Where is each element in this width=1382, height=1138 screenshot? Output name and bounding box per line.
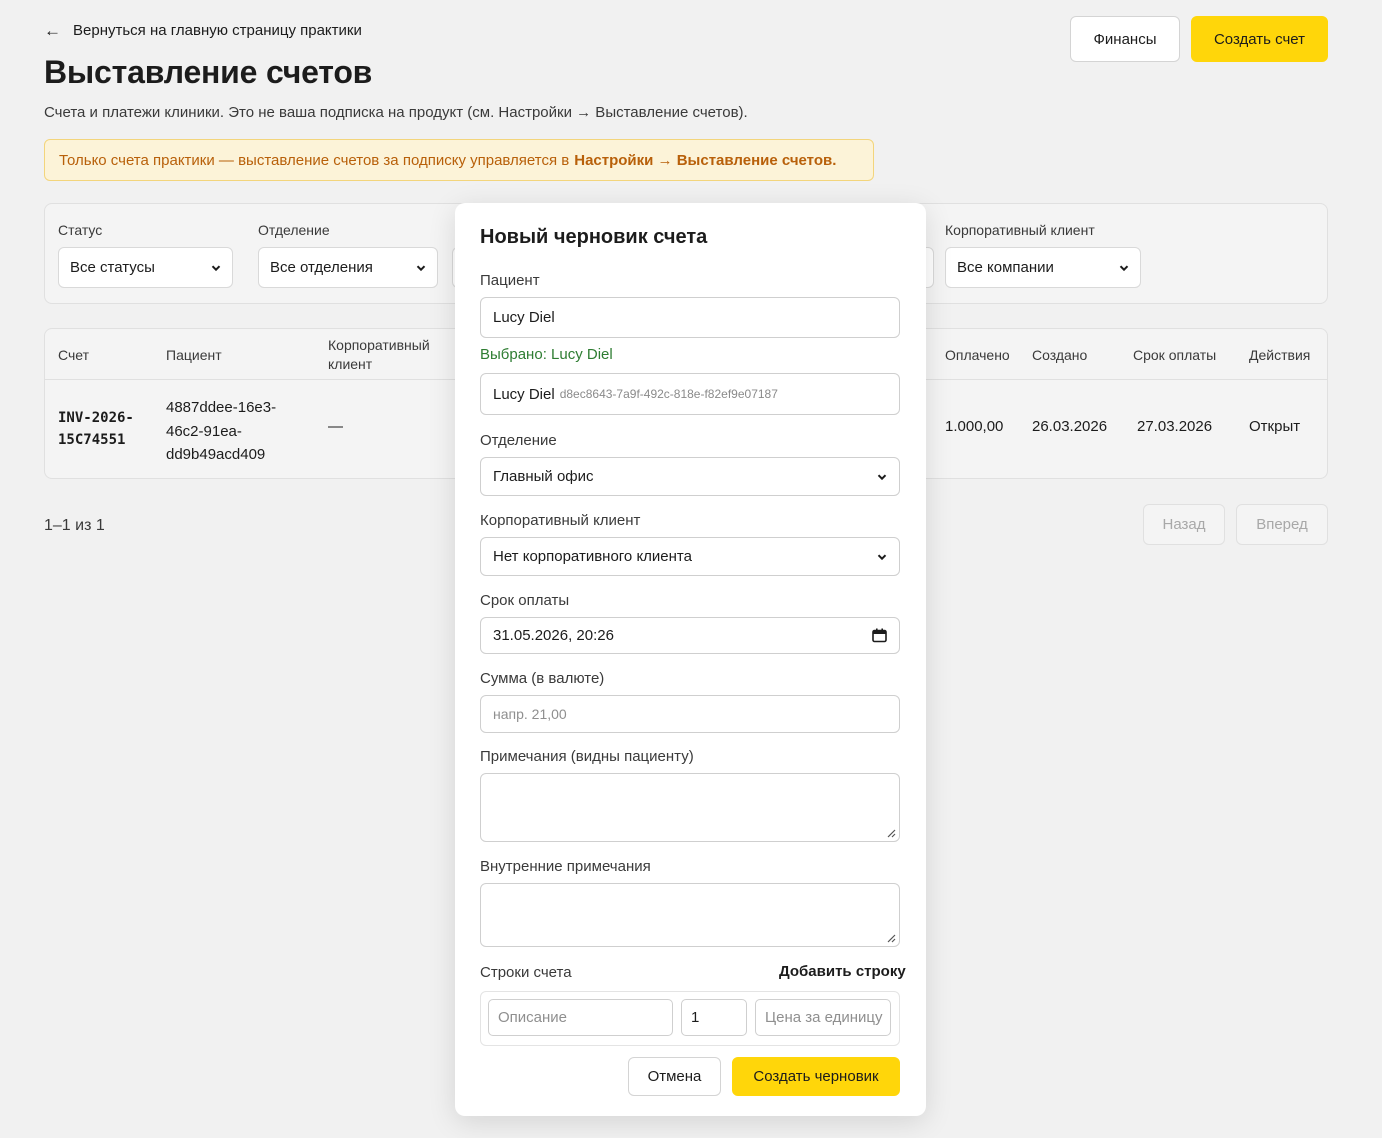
- column-header-created: Создано: [1032, 347, 1088, 363]
- patient-search-input[interactable]: Lucy Diel: [480, 297, 900, 338]
- calendar-icon[interactable]: [872, 628, 887, 643]
- column-header-actions: Действия: [1249, 347, 1311, 363]
- table-cell-created: 26.03.2026: [1032, 418, 1108, 435]
- corporate-filter-select[interactable]: Все компании: [945, 247, 1141, 288]
- status-filter-value: Все статусы: [70, 259, 155, 276]
- due-date-input[interactable]: 31.05.2026, 20:26: [480, 617, 900, 654]
- back-link-label: Вернуться на главную страницу практики: [73, 22, 362, 39]
- table-cell-paid: 1.000,00: [945, 418, 1004, 435]
- warning-banner: Только счета практики — выставление счет…: [44, 139, 874, 181]
- chevron-down-icon: [416, 264, 426, 271]
- department-select[interactable]: Главный офис: [480, 457, 900, 496]
- finance-button[interactable]: Финансы: [1070, 16, 1180, 62]
- table-cell-patient: 4887ddee-16e3- 46c2-91ea- dd9b49acd409: [166, 396, 276, 467]
- patient-label: Пациент: [480, 272, 540, 289]
- department-filter-value: Все отделения: [270, 259, 373, 276]
- invoice-number-line1: INV-2026-: [58, 410, 134, 426]
- line-quantity-value: 1: [691, 1009, 700, 1026]
- column-header-corporate-line2: клиент: [328, 356, 373, 372]
- patient-option[interactable]: Lucy Diel d8ec8643-7a9f-492c-818e-f82ef9…: [480, 373, 900, 415]
- department-label: Отделение: [480, 432, 557, 449]
- back-link[interactable]: ← Вернуться на главную страницу практики: [44, 22, 362, 39]
- patient-id-line2: 46c2-91ea-: [166, 422, 242, 440]
- resize-handle-icon[interactable]: [886, 828, 896, 838]
- page-subtitle: Счета и платежи клиники. Это не ваша под…: [44, 104, 748, 121]
- patient-option-name: Lucy Diel: [493, 385, 555, 403]
- line-description-placeholder: Описание: [498, 1009, 568, 1026]
- warning-text: Только счета практики — выставление счет…: [59, 151, 570, 169]
- patient-search-value: Lucy Diel: [493, 309, 555, 326]
- column-header-invoice: Счет: [58, 347, 89, 363]
- arrow-left-icon: ←: [44, 21, 61, 40]
- table-cell-invoice: INV-2026- 15C74551: [58, 407, 134, 451]
- chevron-down-icon: [877, 473, 887, 480]
- line-price-input[interactable]: Цена за единицу: [755, 999, 891, 1036]
- line-price-placeholder: Цена за единицу: [765, 1009, 883, 1026]
- amount-label: Сумма (в валюте): [480, 670, 605, 687]
- department-value: Главный офис: [493, 468, 594, 485]
- patient-id-line1: 4887ddee-16e3-: [166, 399, 277, 416]
- patient-notes-label: Примечания (видны пациенту): [480, 748, 694, 765]
- amount-placeholder: напр. 21,00: [493, 706, 567, 722]
- chevron-down-icon: [877, 553, 887, 560]
- column-header-corporate-line1: Корпоративный: [328, 337, 430, 353]
- department-filter-label: Отделение: [258, 222, 330, 238]
- chevron-down-icon: [1119, 264, 1129, 271]
- internal-notes-textarea[interactable]: [480, 883, 900, 947]
- corporate-filter-label: Корпоративный клиент: [945, 222, 1095, 238]
- resize-handle-icon[interactable]: [886, 933, 896, 943]
- corporate-client-select[interactable]: Нет корпоративного клиента: [480, 537, 900, 576]
- patient-id-line3: dd9b49acd409: [166, 446, 266, 463]
- table-cell-status[interactable]: Открыт: [1249, 418, 1300, 435]
- add-line-button[interactable]: Добавить строку: [779, 963, 906, 980]
- corporate-client-value: Нет корпоративного клиента: [493, 548, 692, 565]
- create-draft-button[interactable]: Создать черновик: [732, 1057, 900, 1096]
- table-cell-corporate: —: [328, 418, 343, 435]
- column-header-patient: Пациент: [166, 347, 222, 363]
- line-description-input[interactable]: Описание: [488, 999, 673, 1036]
- corporate-client-label: Корпоративный клиент: [480, 512, 641, 529]
- warning-settings-link[interactable]: Настройки → Выставление счетов.: [574, 152, 836, 169]
- corporate-filter-value: Все компании: [957, 259, 1054, 276]
- pagination-info: 1–1 из 1: [44, 517, 105, 534]
- create-invoice-button[interactable]: Создать счет: [1191, 16, 1328, 62]
- column-header-due: Срок оплаты: [1133, 347, 1217, 363]
- table-cell-due: 27.03.2026: [1137, 418, 1213, 435]
- prev-page-button[interactable]: Назад: [1143, 504, 1225, 545]
- status-filter-label: Статус: [58, 222, 103, 238]
- column-header-paid: Оплачено: [945, 347, 1010, 363]
- due-date-value: 31.05.2026, 20:26: [493, 627, 614, 644]
- patient-option-id: d8ec8643-7a9f-492c-818e-f82ef9e07187: [559, 387, 778, 401]
- column-header-corporate: Корпоративный клиент: [328, 336, 430, 374]
- chevron-down-icon: [211, 264, 221, 271]
- invoice-lines-label: Строки счета: [480, 964, 572, 981]
- status-filter-select[interactable]: Все статусы: [58, 247, 233, 288]
- department-filter-select[interactable]: Все отделения: [258, 247, 438, 288]
- page-title: Выставление счетов: [44, 54, 373, 90]
- selected-patient-text: Выбрано: Lucy Diel: [480, 346, 613, 363]
- invoice-number-line2: 15C74551: [58, 432, 126, 448]
- patient-notes-textarea[interactable]: [480, 773, 900, 842]
- amount-input[interactable]: напр. 21,00: [480, 695, 900, 733]
- next-page-button[interactable]: Вперед: [1236, 504, 1328, 545]
- cancel-button[interactable]: Отмена: [628, 1057, 721, 1096]
- line-quantity-input[interactable]: 1: [681, 999, 747, 1036]
- modal-title: Новый черновик счета: [480, 226, 708, 248]
- due-date-label: Срок оплаты: [480, 592, 570, 609]
- internal-notes-label: Внутренние примечания: [480, 858, 651, 875]
